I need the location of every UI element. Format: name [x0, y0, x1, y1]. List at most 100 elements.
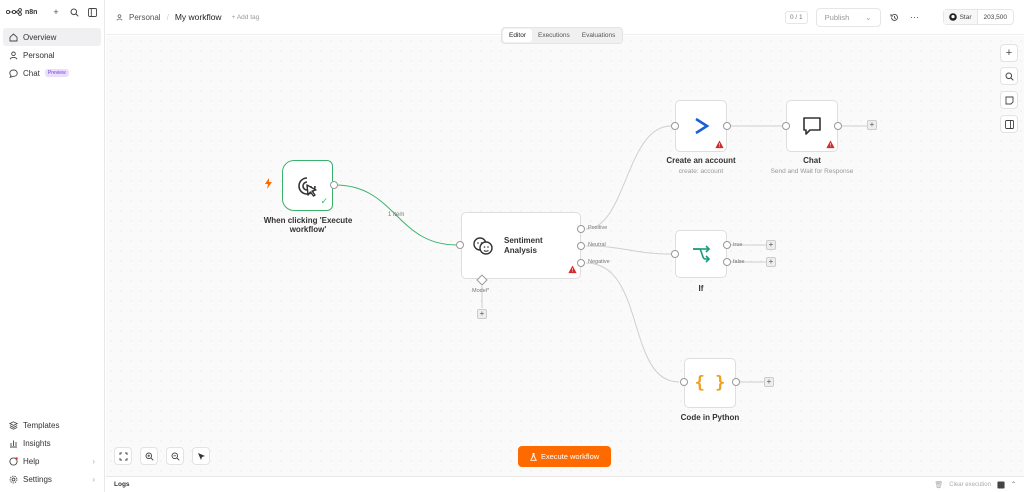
sidebar-item-chat[interactable]: Chat Preview [3, 64, 101, 82]
zoom-out-button[interactable] [166, 447, 184, 465]
sidebar-item-label: Templates [23, 420, 60, 430]
input-port[interactable] [456, 241, 464, 249]
sidebar-item-templates[interactable]: Templates [3, 416, 101, 434]
tab-executions[interactable]: Executions [532, 29, 576, 42]
chevron-down-icon: ⌄ [865, 12, 872, 22]
output-port[interactable] [732, 378, 740, 386]
sticky-note-icon [1005, 96, 1013, 104]
add-node-button[interactable]: + [766, 240, 776, 250]
input-port[interactable] [671, 250, 679, 258]
node-title: Code in Python [680, 413, 740, 422]
input-port[interactable] [671, 122, 679, 130]
input-port[interactable] [680, 378, 688, 386]
input-port[interactable] [782, 122, 790, 130]
select-mode-button[interactable] [192, 447, 210, 465]
execute-workflow-button[interactable]: Execute workflow [518, 446, 611, 467]
header-actions: 0 / 1 Publish ⌄ ··· Star 203,500 [785, 7, 1014, 27]
add-node-toolbar-button[interactable]: + [1000, 44, 1018, 62]
sidebar-item-overview[interactable]: Overview [3, 28, 101, 46]
clear-execution-button[interactable]: Clear execution [949, 482, 991, 488]
lightning-icon [264, 178, 273, 191]
output-port-negative[interactable] [577, 259, 585, 267]
output-port[interactable] [330, 181, 338, 189]
chevron-right-icon: › [92, 456, 95, 466]
output-port[interactable] [723, 122, 731, 130]
editor-tabs: Editor Executions Evaluations [501, 27, 624, 44]
history-icon[interactable] [889, 11, 901, 23]
sentiment-faces-icon [473, 236, 493, 255]
sidebar-item-help[interactable]: Help › [3, 452, 101, 470]
add-node-button[interactable]: + [766, 257, 776, 267]
node-sentiment-analysis[interactable]: Sentiment Analysis ! [461, 212, 581, 279]
sidebar-item-insights[interactable]: Insights [3, 434, 101, 452]
more-options-icon[interactable]: ··· [909, 11, 921, 23]
node-title: Chat [803, 156, 821, 165]
github-star-button[interactable]: Star 203,500 [942, 9, 1014, 25]
sidebar-item-settings[interactable]: Settings › [3, 470, 101, 488]
bar-chart-icon [10, 440, 17, 447]
svg-text:!: ! [829, 143, 831, 149]
gear-icon [9, 475, 18, 483]
workflow-name[interactable]: My workflow [175, 12, 222, 22]
svg-text:!: ! [571, 268, 573, 274]
sidebar-item-label: Help [23, 456, 40, 466]
add-tag-button[interactable]: + Add tag [232, 14, 260, 21]
fit-view-button[interactable] [114, 447, 132, 465]
sidebar-item-personal[interactable]: Personal [3, 46, 101, 64]
output-port-neutral[interactable] [577, 242, 585, 250]
plus-icon[interactable]: + [50, 6, 62, 18]
edge-negative-code[interactable] [585, 262, 680, 383]
search-icon [1005, 72, 1014, 81]
publish-button[interactable]: Publish ⌄ [815, 7, 881, 27]
port-label-true: true [733, 242, 743, 248]
chat-bubble-icon [803, 117, 821, 135]
output-port-false[interactable] [723, 258, 731, 266]
zoom-in-button[interactable] [140, 447, 158, 465]
model-port-label: Model* [472, 288, 490, 294]
add-node-button[interactable]: + [764, 377, 774, 387]
sticky-note-button[interactable] [1000, 91, 1018, 109]
output-port-true[interactable] [723, 241, 731, 249]
help-icon [9, 456, 18, 466]
workflow-canvas[interactable]: 1 item ✓ When clicking 'Execute workflow… [106, 36, 1024, 476]
home-icon [9, 32, 18, 41]
tab-editor[interactable]: Editor [503, 29, 532, 42]
github-icon [948, 13, 957, 21]
node-create-account[interactable]: ! [675, 100, 727, 152]
logs-title: Logs [114, 481, 130, 488]
breadcrumb-project[interactable]: Personal [129, 13, 161, 22]
add-model-button[interactable]: + [477, 309, 487, 319]
sidebar-toggle-icon[interactable] [86, 6, 98, 18]
search-nodes-button[interactable] [1000, 67, 1018, 85]
tab-evaluations[interactable]: Evaluations [576, 29, 622, 42]
edge-positive-account[interactable] [585, 125, 672, 230]
warning-icon: ! [568, 265, 577, 274]
toggle-panel-button[interactable] [1000, 115, 1018, 133]
cursor-icon [197, 452, 205, 460]
github-star-count: 203,500 [983, 13, 1008, 21]
node-chat[interactable]: ! [786, 100, 838, 152]
branch-icon [693, 245, 711, 263]
sidebar-item-label: Overview [23, 32, 57, 42]
sidebar-header: n8n + [0, 0, 104, 24]
n8n-logo[interactable]: n8n [6, 8, 37, 16]
add-node-button[interactable]: + [867, 120, 877, 130]
search-icon[interactable] [68, 6, 80, 18]
activecampaign-icon [695, 117, 710, 135]
node-if[interactable] [675, 230, 727, 278]
logs-bar[interactable]: Logs 🗑 Clear execution ⌃ [106, 476, 1024, 492]
node-title: When clicking 'Execute workflow' [263, 216, 353, 234]
warning-icon: ! [826, 140, 835, 149]
chevron-up-icon[interactable]: ⌃ [1011, 481, 1016, 488]
user-icon [116, 13, 123, 21]
output-port-positive[interactable] [577, 225, 585, 233]
sidebar: n8n + Overview Personal Chat Preview Tem… [0, 0, 105, 492]
output-port[interactable] [834, 122, 842, 130]
node-manual-trigger[interactable]: ✓ [282, 160, 333, 211]
panel-toggle-icon[interactable] [997, 480, 1005, 489]
node-subtitle: Send and Wait for Response [770, 168, 854, 175]
port-label-negative: Negative [588, 259, 610, 265]
node-code-python[interactable]: { } [684, 358, 736, 408]
check-icon: ✓ [320, 196, 328, 206]
curly-braces-icon: { } [694, 373, 726, 393]
